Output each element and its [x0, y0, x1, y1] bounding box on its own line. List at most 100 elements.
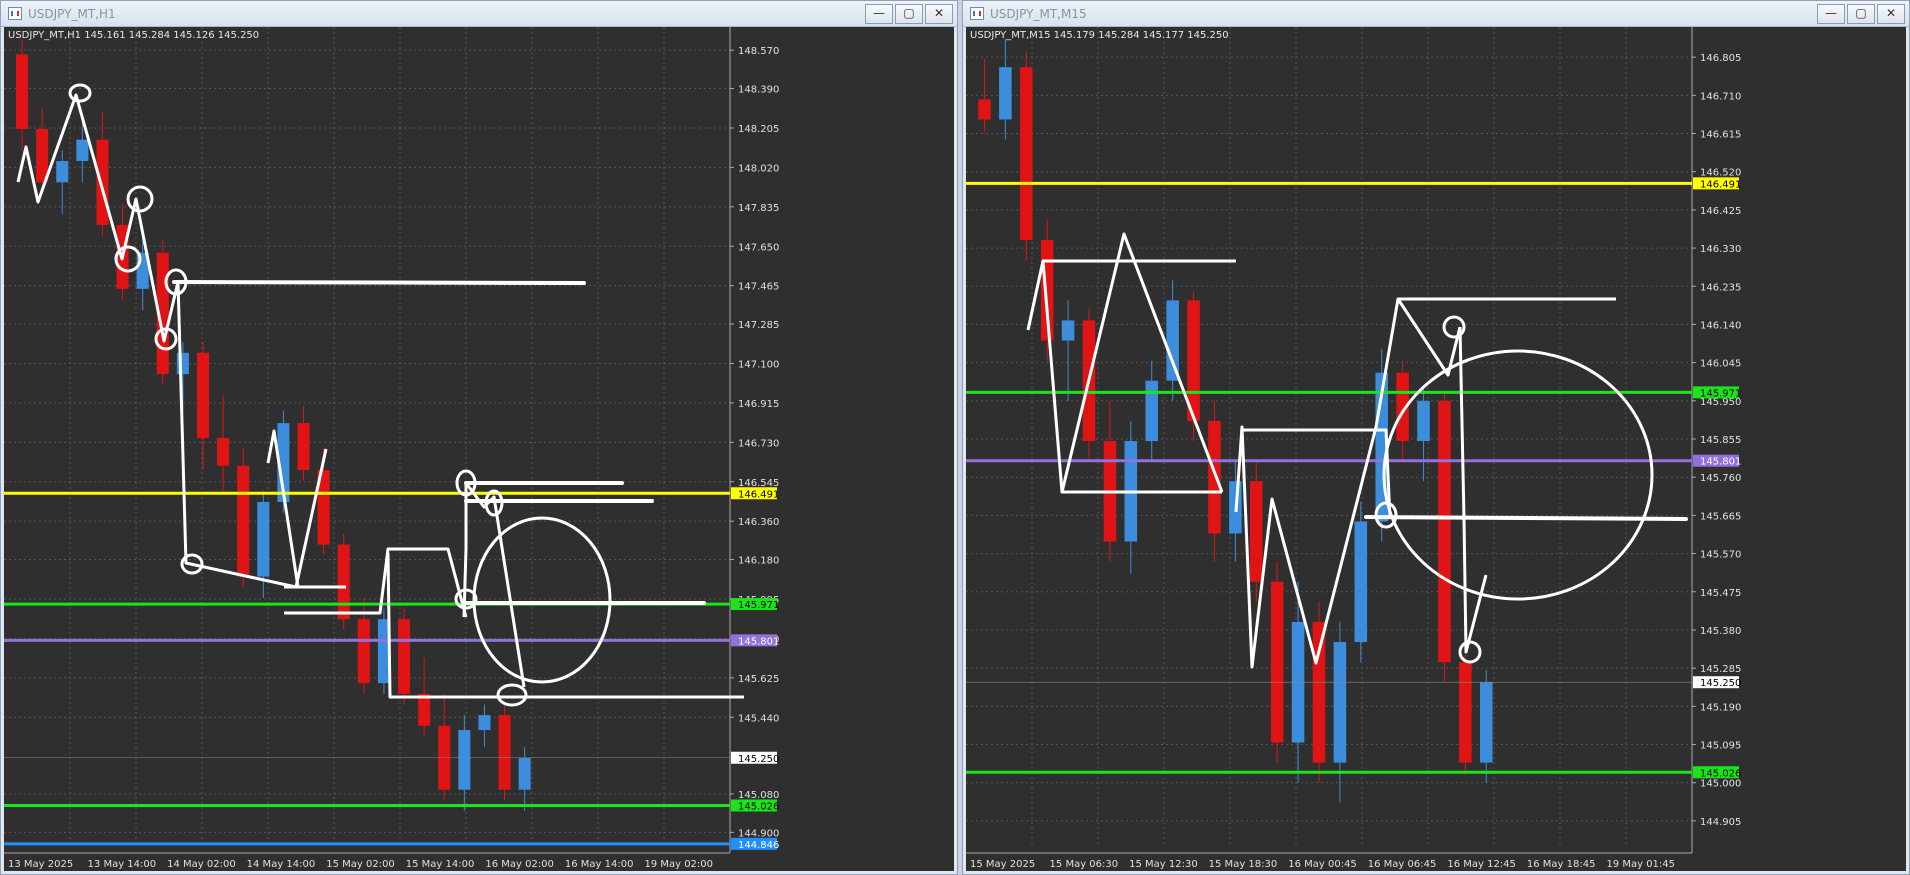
chart-window-m15[interactable]: USDJPY_MT,M15 — ▢ ✕ 146.805 146.710 146.61… — [962, 0, 1910, 875]
y-tick-label: 148.020 — [738, 163, 779, 174]
current-price-label: 145.250 — [1700, 678, 1741, 689]
y-tick-label: 147.285 — [738, 320, 779, 331]
level-price-label: 146.491 — [1700, 179, 1741, 190]
y-tick-label: 146.545 — [738, 478, 779, 489]
y-tick-label: 145.665 — [1700, 511, 1741, 522]
x-tick-label: 13 May 14:00 — [88, 859, 157, 870]
price-chart[interactable]: 148.570 148.390 148.205 148.020 147.835 147.6… — [4, 27, 954, 871]
level-price-label: 144.846 — [738, 840, 779, 851]
x-tick-label: 19 May 02:00 — [644, 859, 713, 870]
candle-body — [257, 502, 270, 577]
y-tick-label: 144.900 — [738, 828, 779, 839]
y-tick-label: 147.100 — [738, 359, 779, 370]
y-tick-label: 145.570 — [1700, 550, 1741, 561]
y-tick-label: 146.360 — [738, 517, 779, 528]
annotation-stroke — [1242, 428, 1392, 520]
candle-body — [1479, 682, 1493, 763]
y-tick-label: 145.190 — [1700, 702, 1741, 713]
candle-body — [1333, 642, 1347, 763]
candle-body — [217, 438, 230, 466]
candle-body — [196, 352, 210, 439]
level-price-label: 146.491 — [738, 489, 779, 500]
candle-body — [357, 619, 370, 684]
close-button[interactable]: ✕ — [1877, 4, 1905, 24]
y-tick-label: 145.285 — [1700, 664, 1741, 675]
y-tick-label: 146.520 — [1700, 168, 1741, 179]
y-tick-label: 146.330 — [1700, 244, 1741, 255]
candle-body — [1145, 380, 1158, 442]
y-tick-label: 145.095 — [1700, 741, 1741, 752]
y-tick-label: 145.440 — [738, 713, 779, 724]
minimize-button[interactable]: — — [865, 4, 893, 24]
y-tick-label: 146.805 — [1700, 53, 1741, 64]
annotation-circle — [472, 516, 612, 684]
candle-body — [16, 54, 29, 130]
maximize-button[interactable]: ▢ — [895, 4, 923, 24]
x-tick-label: 16 May 00:45 — [1288, 859, 1357, 870]
candle-body — [337, 544, 350, 620]
level-price-label: 145.801 — [1700, 457, 1741, 468]
annotation-stroke — [1234, 297, 1462, 669]
y-tick-label: 145.080 — [738, 790, 779, 801]
y-tick-label: 145.380 — [1700, 626, 1741, 637]
candle-body — [418, 693, 431, 726]
annotation-circle — [1382, 349, 1654, 601]
chart-window-icon — [8, 7, 22, 20]
x-tick-label: 15 May 06:30 — [1050, 859, 1119, 870]
chart-window-h1[interactable]: USDJPY_MT,H1 — ▢ ✕ 148.570 148.390 148.205… — [0, 0, 958, 875]
candle-body — [76, 139, 89, 162]
y-tick-label: 145.855 — [1700, 435, 1741, 446]
x-tick-label: 15 May 14:00 — [406, 859, 475, 870]
x-tick-label: 15 May 2025 — [970, 859, 1035, 870]
maximize-button[interactable]: ▢ — [1847, 4, 1875, 24]
x-tick-label: 14 May 02:00 — [167, 859, 236, 870]
y-tick-label: 146.710 — [1700, 91, 1741, 102]
close-button[interactable]: ✕ — [925, 4, 953, 24]
window-title: USDJPY_MT,M15 — [990, 7, 1087, 21]
y-tick-label: 145.000 — [1700, 779, 1741, 790]
y-tick-label: 145.760 — [1700, 473, 1741, 484]
price-chart[interactable]: 146.805 146.710 146.615 146.520 146.425 146.3… — [966, 27, 1906, 871]
y-tick-label: 145.475 — [1700, 588, 1741, 599]
candle-body — [1459, 662, 1472, 763]
x-tick-label: 19 May 01:45 — [1606, 859, 1675, 870]
candle-body — [1354, 521, 1368, 643]
x-tick-label: 16 May 12:45 — [1447, 859, 1516, 870]
y-tick-label: 146.180 — [738, 556, 779, 567]
candle-body — [297, 423, 310, 471]
x-tick-label: 15 May 02:00 — [326, 859, 395, 870]
x-tick-label: 16 May 18:45 — [1527, 859, 1596, 870]
candle-body — [1061, 320, 1075, 341]
candle-body — [96, 139, 109, 225]
candle-body — [1438, 400, 1451, 663]
symbol-info: USDJPY_MT,M15 145.179 145.284 145.177 14… — [970, 30, 1229, 41]
minimize-button[interactable]: — — [1817, 4, 1845, 24]
current-price-label: 145.250 — [738, 754, 779, 765]
y-tick-label: 146.235 — [1700, 282, 1741, 293]
candle-body — [498, 715, 511, 790]
annotation-circle — [496, 683, 528, 707]
y-tick-label: 147.835 — [738, 203, 779, 214]
chart-canvas[interactable]: 146.805 146.710 146.615 146.520 146.425 146.3… — [966, 27, 1906, 871]
candle-body — [1417, 400, 1430, 442]
candle-body — [458, 730, 471, 790]
candle-body — [999, 67, 1012, 120]
chart-canvas[interactable]: 148.570 148.390 148.205 148.020 147.835 147.6… — [4, 27, 954, 871]
x-tick-label: 16 May 06:45 — [1368, 859, 1437, 870]
annotation-circle — [126, 185, 154, 213]
y-tick-label: 148.205 — [738, 124, 779, 135]
level-price-label: 145.026 — [1700, 768, 1741, 779]
y-tick-label: 144.905 — [1700, 817, 1741, 828]
annotation-line — [172, 280, 586, 285]
annotation-stroke — [1458, 326, 1488, 654]
y-tick-label: 146.045 — [1700, 359, 1741, 370]
y-tick-label: 148.570 — [738, 46, 779, 57]
x-tick-label: 16 May 14:00 — [565, 859, 634, 870]
chart-window-icon — [970, 7, 984, 20]
window-titlebar[interactable]: USDJPY_MT,M15 — ▢ ✕ — [963, 1, 1909, 27]
candle-body — [1166, 300, 1179, 381]
candle-body — [518, 757, 531, 790]
y-tick-label: 148.390 — [738, 85, 779, 96]
window-titlebar[interactable]: USDJPY_MT,H1 — ▢ ✕ — [1, 1, 957, 27]
annotation-circle — [68, 83, 92, 103]
